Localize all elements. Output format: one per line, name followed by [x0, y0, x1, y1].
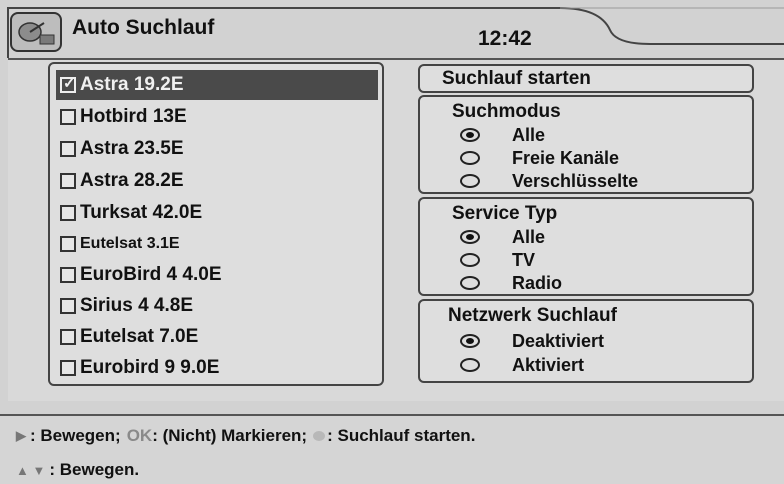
start-search-button[interactable]: Suchlauf starten [418, 64, 754, 93]
satellite-label: Eurobird 9 9.0E [80, 357, 220, 378]
satellite-item-astra-28-2e[interactable]: Astra 28.2E [56, 166, 378, 196]
satellite-item-eurobird-9-9-0e[interactable]: Eurobird 9 9.0E [56, 353, 378, 383]
satellite-label: Turksat 42.0E [80, 202, 203, 223]
radio-icon [460, 253, 480, 267]
radio-icon [460, 151, 480, 165]
checkbox[interactable] [60, 267, 76, 283]
radio-selected-icon [460, 230, 480, 244]
checkbox[interactable] [60, 329, 76, 345]
radio-option-freie-kanaele[interactable]: Freie Kanäle [460, 146, 619, 170]
radio-option-verschluesselte[interactable]: Verschlüsselte [460, 169, 638, 193]
clock: 12:42 [478, 27, 532, 50]
radio-option-deaktiviert[interactable]: Deaktiviert [460, 329, 604, 353]
checkbox[interactable] [60, 236, 76, 252]
help-line-2: ▲ ▼ : Bewegen. [16, 460, 140, 479]
satellite-item-hotbird-13e[interactable]: Hotbird 13E [56, 102, 378, 132]
arrow-up-down-icon: ▲ ▼ [16, 462, 46, 478]
checkbox[interactable] [60, 173, 76, 189]
search-mode-group: Suchmodus Alle Freie Kanäle Verschlüssel… [418, 95, 754, 194]
radio-selected-icon [460, 128, 480, 142]
group-title: Suchmodus [452, 101, 561, 122]
ok-key-label: OK [126, 426, 153, 445]
network-search-group: Netzwerk Suchlauf Deaktiviert Aktiviert [418, 299, 754, 383]
satellite-label: Astra 19.2E [80, 74, 184, 95]
satellite-label: Sirius 4 4.8E [80, 295, 194, 316]
radio-option-alle[interactable]: Alle [460, 225, 545, 249]
satellite-item-eutelsat-3-1e[interactable]: Eutelsat 3.1E [56, 229, 378, 259]
satellite-dish-icon [10, 12, 62, 52]
radio-option-tv[interactable]: TV [460, 248, 535, 272]
satellite-list: ✓ Astra 19.2E Hotbird 13E Astra 23.5E As… [48, 62, 384, 386]
satellite-item-sirius-4-4-8e[interactable]: Sirius 4 4.8E [56, 291, 378, 321]
help-line-1: ▶ : Bewegen; OK : (Nicht) Markieren; : S… [16, 426, 476, 445]
radio-selected-icon [460, 334, 480, 348]
satellite-item-astra-19-2e[interactable]: ✓ Astra 19.2E [56, 70, 378, 100]
checkbox[interactable] [60, 141, 76, 157]
radio-option-radio[interactable]: Radio [460, 271, 562, 295]
satellite-label: EuroBird 4 4.0E [80, 264, 222, 285]
radio-icon [460, 276, 480, 290]
service-type-group: Service Typ Alle TV Radio [418, 197, 754, 296]
satellite-item-astra-23-5e[interactable]: Astra 23.5E [56, 134, 378, 164]
checkbox[interactable] [60, 298, 76, 314]
satellite-label: Eutelsat 3.1E [80, 235, 180, 252]
arrow-right-icon: ▶ [16, 428, 26, 443]
satellite-item-eutelsat-7-0e[interactable]: Eutelsat 7.0E [56, 322, 378, 352]
page-title: Auto Suchlauf [72, 16, 215, 39]
group-title: Netzwerk Suchlauf [448, 305, 617, 326]
checkbox[interactable] [60, 205, 76, 221]
color-key-icon [313, 431, 326, 441]
satellite-item-eurobird-4-4-0e[interactable]: EuroBird 4 4.0E [56, 260, 378, 290]
help-bar: ▶ : Bewegen; OK : (Nicht) Markieren; : S… [0, 414, 784, 484]
satellite-label: Eutelsat 7.0E [80, 326, 199, 347]
satellite-item-turksat-42-0e[interactable]: Turksat 42.0E [56, 198, 378, 228]
radio-icon [460, 174, 480, 188]
checkbox-checked[interactable]: ✓ [60, 75, 76, 93]
group-title: Service Typ [452, 203, 558, 224]
radio-option-alle[interactable]: Alle [460, 123, 545, 147]
satellite-label: Hotbird 13E [80, 106, 187, 127]
satellite-label: Astra 23.5E [80, 138, 184, 159]
radio-icon [460, 358, 480, 372]
radio-option-aktiviert[interactable]: Aktiviert [460, 353, 584, 377]
checkbox[interactable] [60, 360, 76, 376]
checkbox[interactable] [60, 109, 76, 125]
satellite-label: Astra 28.2E [80, 170, 184, 191]
